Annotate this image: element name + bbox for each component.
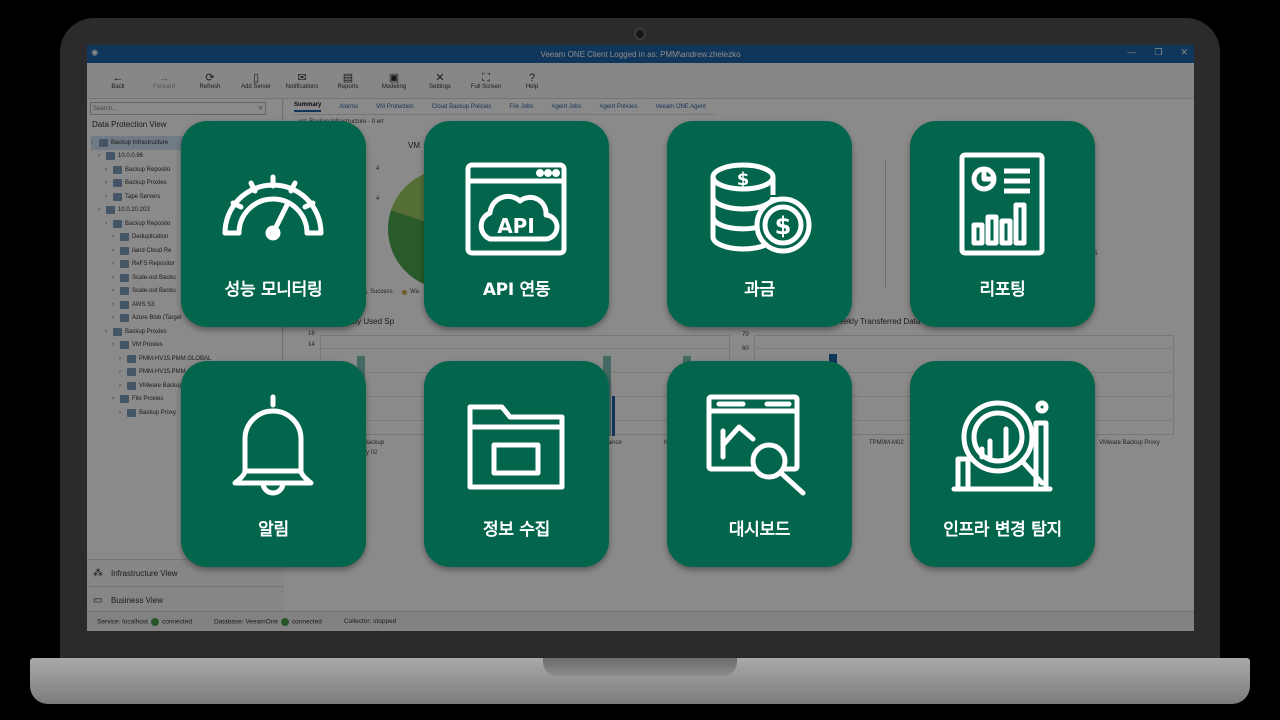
tile-billing[interactable]: $ $ 과금 (667, 121, 852, 327)
tile-data-collection[interactable]: 정보 수집 (424, 361, 609, 567)
laptop-notch (543, 658, 737, 676)
tile-reporting[interactable]: 리포팅 (910, 121, 1095, 327)
tile-label: 대시보드 (728, 520, 791, 540)
api-cloud-icon: API (465, 162, 567, 256)
tile-label: 정보 수집 (483, 520, 550, 540)
tile-label: 리포팅 (979, 280, 1026, 300)
tile-label: API 연동 (482, 280, 551, 300)
tile-label: 성능 모니터링 (224, 280, 323, 300)
svg-text:$: $ (775, 212, 792, 240)
gauge-icon (222, 174, 324, 241)
tile-infra-change-detection[interactable]: 인프라 변경 탐지 (910, 361, 1095, 567)
bell-icon (232, 394, 314, 496)
tile-label: 알림 (258, 520, 289, 540)
svg-text:API: API (497, 214, 535, 238)
tile-label: 인프라 변경 탐지 (943, 520, 1062, 540)
tile-performance-monitoring[interactable]: 성능 모니터링 (181, 121, 366, 327)
svg-text:$: $ (737, 169, 750, 190)
camera-icon (634, 28, 646, 40)
tile-dashboard[interactable]: 대시보드 (667, 361, 852, 567)
tile-label: 과금 (744, 280, 775, 300)
coins-icon: $ $ (710, 162, 812, 254)
change-detection-icon (951, 400, 1053, 492)
tile-alerts[interactable]: 알림 (181, 361, 366, 567)
stage: ✺ Veeam ONE Client Logged in as: PMM\and… (0, 0, 1280, 720)
dashboard-magnifier-icon (706, 394, 806, 496)
folder-icon (467, 404, 565, 490)
report-chart-icon (959, 152, 1045, 256)
tile-api-integration[interactable]: API API 연동 (424, 121, 609, 327)
